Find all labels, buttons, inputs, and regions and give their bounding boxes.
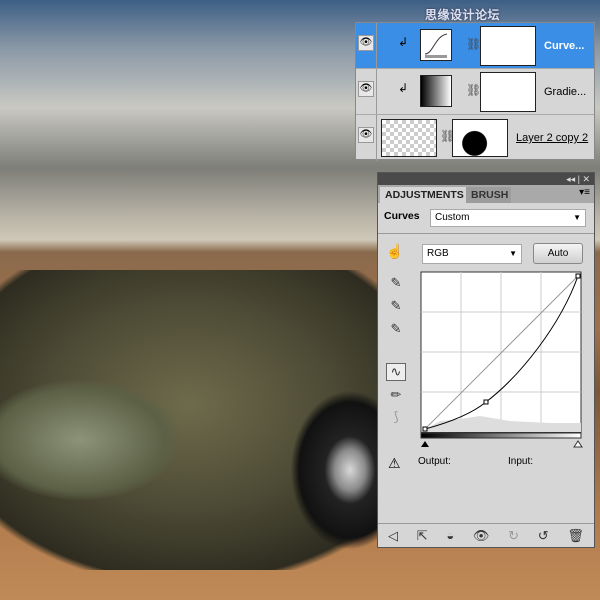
smooth-curve-icon[interactable]: ⟆ — [386, 409, 406, 427]
panel-collapse-close-icon[interactable]: ◂◂ | ✕ — [378, 173, 594, 185]
expand-view-icon[interactable]: ⇱ — [417, 528, 428, 544]
trash-icon[interactable]: 🗑 — [567, 528, 584, 544]
layer-thumbnail — [381, 119, 437, 157]
clipping-warning-icon[interactable]: ⚠ — [388, 455, 401, 472]
curve-point-tool-icon[interactable]: ∿ — [386, 363, 406, 381]
auto-button[interactable]: Auto — [533, 243, 583, 264]
panel-menu-icon[interactable]: ▾≡ — [579, 187, 590, 198]
visibility-eye-icon[interactable]: 👁 — [358, 81, 374, 97]
tab-brush[interactable]: BRUSH — [466, 187, 511, 203]
pencil-tool-icon[interactable]: ✏ — [386, 387, 406, 405]
preset-dropdown[interactable]: Custom ▼ — [430, 209, 586, 227]
preset-value: Custom — [435, 212, 470, 223]
black-eyedropper-icon[interactable]: ✎ — [386, 275, 406, 293]
curve-point — [483, 399, 489, 405]
adjustments-panel: ◂◂ | ✕ ADJUSTMENTS BRUSH ▾≡ Curves Custo… — [377, 172, 595, 548]
gray-eyedropper-icon[interactable]: ✎ — [386, 298, 406, 316]
layer-row-curves[interactable]: 👁 ↲ ⛓ Curve... — [356, 23, 594, 69]
curves-graph[interactable] — [420, 271, 586, 451]
visibility-eye-icon[interactable]: 👁 — [473, 528, 490, 544]
layer-mask-thumbnail — [480, 72, 536, 112]
curve-point — [575, 273, 581, 279]
link-chain-icon[interactable]: ⛓ — [466, 83, 481, 97]
tab-adjustments[interactable]: ADJUSTMENTS — [380, 187, 469, 203]
visibility-eye-icon[interactable]: 👁 — [358, 127, 374, 143]
layer-mask-thumbnail — [452, 119, 508, 157]
input-label: Input: — [508, 456, 534, 467]
layers-panel: 👁 ↲ ⛓ Curve... 👁 ↲ ⛓ Gradie... 👁 ⛓ Layer… — [355, 22, 595, 161]
layer-row-gradient[interactable]: 👁 ↲ ⛓ Gradie... — [356, 69, 594, 115]
layer-mask-thumbnail — [480, 26, 536, 66]
white-eyedropper-icon[interactable]: ✎ — [386, 321, 406, 339]
curves-label: Curves — [384, 210, 420, 222]
curves-thumbnail-icon — [420, 29, 452, 61]
clip-arrow-icon: ↲ — [398, 81, 409, 95]
link-chain-icon[interactable]: ⛓ — [466, 37, 481, 51]
reset-icon[interactable]: ↺ — [538, 528, 549, 544]
view-previous-icon[interactable]: ↻ — [508, 528, 519, 544]
layer-name[interactable]: Layer 2 copy 2 — [516, 132, 588, 144]
curve-point — [422, 426, 428, 432]
back-arrow-icon[interactable]: ◁ — [388, 528, 398, 544]
targeted-adjustment-hand-icon[interactable]: ☝ — [386, 243, 403, 260]
chevron-down-icon: ▼ — [509, 249, 517, 258]
clip-arrow-icon: ↲ — [398, 35, 409, 49]
chevron-down-icon: ▼ — [573, 213, 581, 222]
channel-dropdown[interactable]: RGB ▼ — [422, 244, 522, 264]
layer-row-layer2copy2[interactable]: 👁 ⛓ Layer 2 copy 2 — [356, 115, 594, 161]
gradient-thumbnail-icon — [420, 75, 452, 107]
output-label: Output: — [418, 456, 451, 467]
channel-value: RGB — [427, 248, 449, 259]
layer-name[interactable]: Curve... — [544, 40, 584, 52]
layer-name[interactable]: Gradie... — [544, 86, 586, 98]
clip-to-layer-icon[interactable]: ◒ — [446, 528, 454, 543]
visibility-eye-icon[interactable]: 👁 — [358, 35, 374, 51]
black-point-slider — [421, 441, 429, 447]
white-point-slider — [573, 440, 583, 448]
